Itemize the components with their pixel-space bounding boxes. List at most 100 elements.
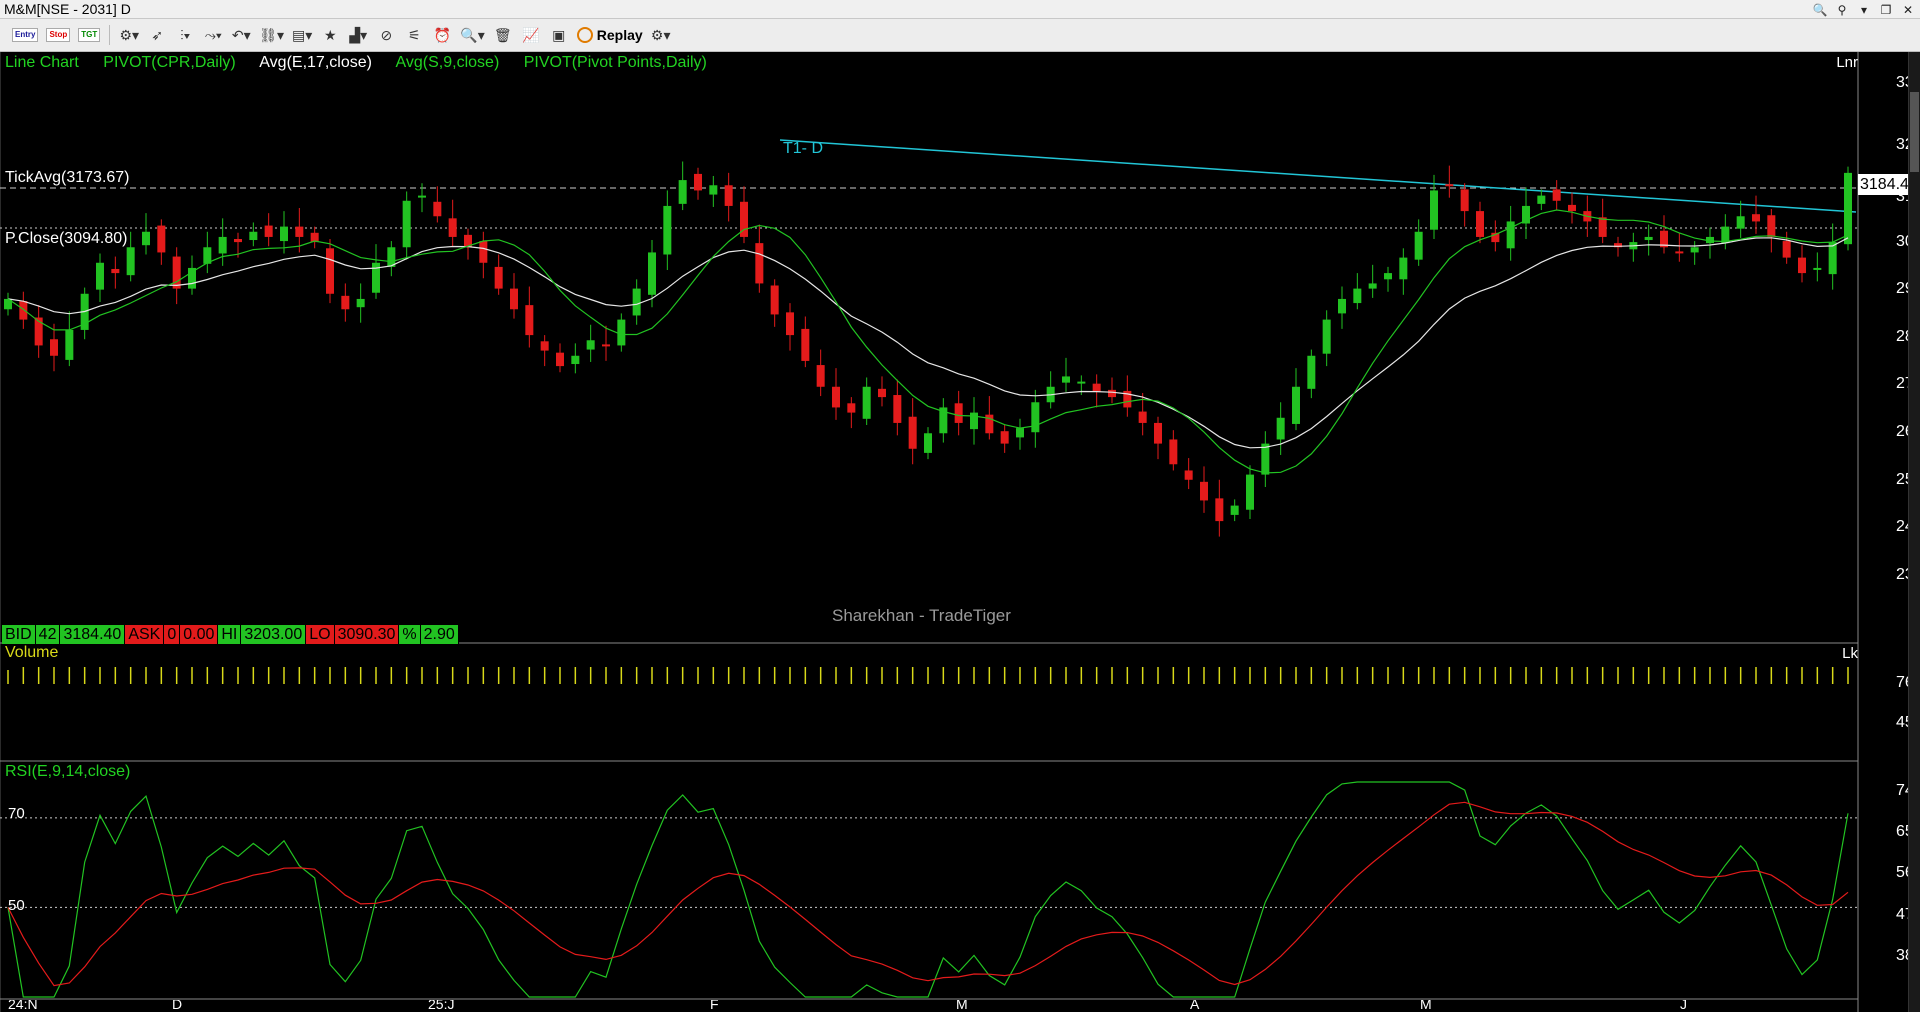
date-label: 24:N [8,1000,38,1012]
candle-body [1598,217,1607,237]
rsi-70-label: 70 [8,805,25,822]
candle-body [1062,376,1070,383]
date-label: D [172,1000,183,1012]
ask-price: 0.00 [180,625,219,644]
legend-avg-s9[interactable]: Avg(S,9,close) [396,54,500,71]
legend-avg-e17[interactable]: Avg(E,17,close) [259,54,372,71]
candle-body [96,262,104,290]
date-label: A [1190,1000,1200,1012]
candle-body [1108,389,1116,398]
candle-body [1154,422,1162,444]
candle-body [1399,257,1408,280]
candle-body [126,247,135,276]
candle-body [433,201,442,217]
bid-qty: 42 [35,625,61,644]
legend-line-chart[interactable]: Line Chart [5,54,79,71]
candle-body [50,339,58,356]
candle-body [648,252,656,295]
candle-body [540,341,549,351]
chart-area[interactable]: Line Chart PIVOT(CPR,Daily) Avg(E,17,clo… [0,52,1920,1012]
export-icon[interactable]: ▣ [547,23,571,47]
drawing-tools-icon[interactable]: ⤳▾ [201,23,225,47]
candle-body [1353,288,1362,304]
candle-body [1568,204,1576,212]
scanner-icon[interactable]: ⚟ [402,23,426,47]
candle-body [1292,386,1300,424]
restore-icon[interactable]: ❐ [1878,1,1894,19]
candle-body [602,344,610,347]
template-icon[interactable]: ▤▾ [290,23,314,47]
candle-body [1476,211,1484,237]
link-icon[interactable]: ⛓▾ [257,23,286,47]
rsi-50-label: 50 [8,897,25,914]
candle-body [1031,402,1040,433]
watermark: Sharekhan - TradeTiger [832,606,1011,625]
candle-body [924,433,932,453]
candle-body [832,386,840,408]
window-titlebar: M&M[NSE - 2031] D 🔍 ⚲ ▾ ❐ ✕ [0,0,1920,19]
candle-body [264,225,273,237]
candle-body [356,298,365,308]
pclose-label: P.Close(3094.80) [5,230,128,247]
scrollbar-thumb[interactable] [1910,92,1919,172]
gear-icon[interactable]: ⚙▾ [649,23,673,47]
candle-body [724,185,733,206]
candle-body [1644,236,1653,241]
chart-type-icon[interactable]: ⫶▾ [173,23,197,47]
delete-icon[interactable]: 🗑 [491,23,515,47]
indicator-icon[interactable]: ▟▾ [346,23,370,47]
lo-label: LO [306,625,335,644]
zoom-icon[interactable]: 🔍▾ [458,23,486,47]
chevron-down-icon[interactable]: ▾ [1856,1,1872,19]
candle-body [234,239,242,243]
candle-body [510,288,518,310]
pct-value: 2.90 [420,625,459,644]
candle-body [341,295,350,310]
search-icon[interactable]: 🔍 [1812,1,1828,19]
date-label: 25:J [428,1000,455,1012]
candle-body [172,256,181,289]
trendline-label: T1- D [783,140,823,157]
candle-body [862,386,871,419]
undo-icon[interactable]: ↶▾ [229,23,253,47]
vertical-scrollbar[interactable] [1908,52,1920,1012]
candle-body [801,328,810,361]
candle-body [1092,383,1101,392]
candle-body [586,340,595,350]
candle-body [1016,428,1024,438]
quote-bar: BID 42 3184.40 ASK 0 0.00 HI 3203.00 LO … [2,625,459,644]
target-button[interactable]: TGT [76,23,102,47]
price-chart-svg[interactable] [0,52,1920,1012]
settings-dropdown-icon[interactable]: ⚙▾ [117,23,141,47]
trendline-t1 [779,139,1857,213]
candle-body [1506,221,1515,249]
replay-icon [576,27,593,43]
legend-pivot-cpr[interactable]: PIVOT(CPR,Daily) [103,54,235,71]
pin-icon[interactable]: ⚲ [1834,1,1850,19]
date-label: F [710,1000,719,1012]
candle-body [1767,215,1776,237]
candle-body [157,225,166,253]
bid-price: 3184.40 [60,625,126,644]
scale-type-label[interactable]: Lnr [1836,54,1858,71]
legend-pivot-points[interactable]: PIVOT(Pivot Points,Daily) [524,54,707,71]
compare-icon[interactable]: ⊘ [374,23,398,47]
pointer-icon[interactable]: ➶ [145,23,169,47]
candle-body [1675,251,1684,254]
stop-button[interactable]: Stop [44,23,72,47]
lo-value: 3090.30 [334,625,400,644]
star-icon[interactable]: ★ [318,23,342,47]
trend-icon[interactable]: 📈 [519,23,543,47]
close-icon[interactable]: ✕ [1900,1,1916,19]
candle-body [494,266,503,289]
candle-body [525,305,534,336]
candle-body [847,403,856,413]
candle-body [295,226,304,237]
entry-button[interactable]: Entry [10,23,40,47]
candle-body [1077,381,1086,384]
candle-body [893,395,902,423]
alert-icon[interactable]: ⏰ [430,23,454,47]
candle-body [280,226,288,242]
replay-button[interactable]: Replay [575,23,645,47]
candle-body [418,195,426,198]
